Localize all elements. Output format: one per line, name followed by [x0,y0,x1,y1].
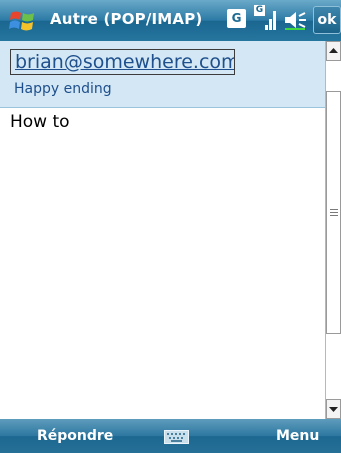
grip-line [330,209,338,210]
message-subject: Happy ending [14,81,112,97]
vertical-scrollbar[interactable] [325,41,341,419]
network-g-icon[interactable]: G [227,9,246,28]
title-bar: Autre (POP/IMAP) G G ok [0,0,341,41]
message-header: brian@somewhere.com Happy ending [0,41,325,108]
keyboard-icon[interactable] [164,429,189,444]
arrow-down-icon [329,407,338,412]
scroll-up-button[interactable] [326,41,341,61]
signal-strength-icon[interactable]: G [254,5,280,33]
grip-line [330,215,338,216]
ok-button[interactable]: ok [313,6,341,34]
app-title[interactable]: Autre (POP/IMAP) [50,10,203,28]
softkey-bar: Répondre Menu [0,419,341,453]
reply-softkey[interactable]: Répondre [37,428,113,444]
grip-line [330,212,338,213]
sender-link[interactable]: brian@somewhere.com [10,49,235,75]
scroll-down-button[interactable] [326,399,341,419]
arrow-up-icon [329,48,338,53]
scroll-thumb[interactable] [326,91,341,334]
speaker-icon[interactable] [283,9,309,31]
message-body: How to [10,112,70,132]
windows-start-icon[interactable] [9,7,37,35]
menu-softkey[interactable]: Menu [276,428,319,444]
